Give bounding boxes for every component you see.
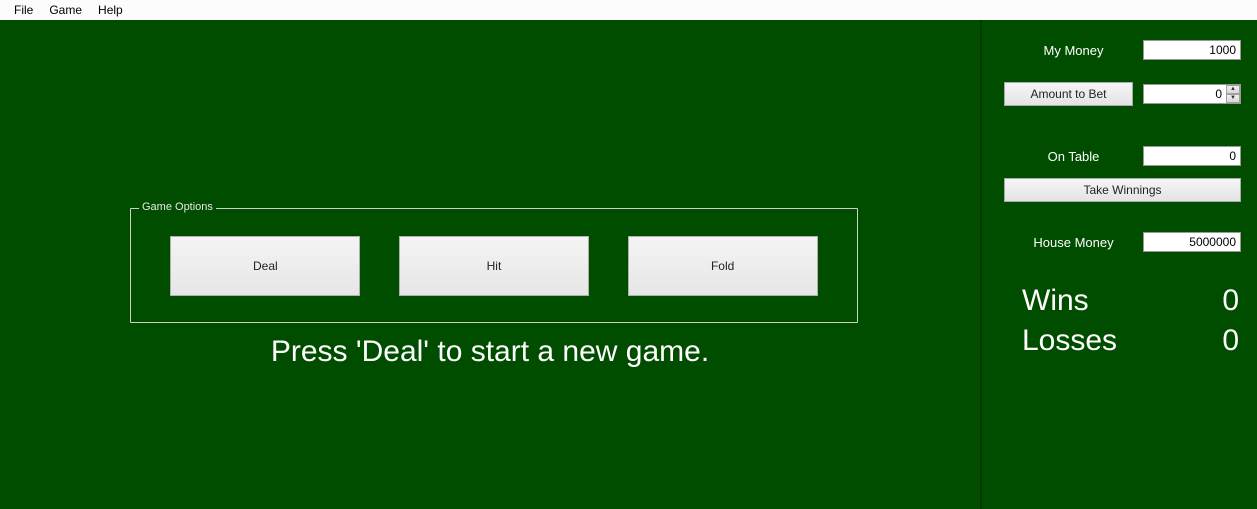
content-area: Game Options Deal Hit Fold Press 'Deal' … bbox=[0, 20, 1257, 509]
game-options-legend: Game Options bbox=[139, 201, 216, 213]
menu-help[interactable]: Help bbox=[90, 1, 131, 19]
house-money-label: House Money bbox=[1004, 235, 1143, 250]
wins-label: Wins bbox=[1022, 284, 1089, 318]
fold-button[interactable]: Fold bbox=[628, 236, 818, 296]
house-money-value: 5000000 bbox=[1143, 232, 1241, 252]
menubar: File Game Help bbox=[0, 0, 1257, 20]
amount-to-bet-spinner[interactable]: ▲ ▼ bbox=[1143, 84, 1241, 104]
wins-row: Wins 0 bbox=[1004, 284, 1241, 318]
take-winnings-button[interactable]: Take Winnings bbox=[1004, 178, 1241, 202]
on-table-label: On Table bbox=[1004, 149, 1143, 164]
game-options-buttons: Deal Hit Fold bbox=[131, 209, 857, 322]
deal-button[interactable]: Deal bbox=[170, 236, 360, 296]
my-money-label: My Money bbox=[1004, 43, 1143, 58]
losses-value: 0 bbox=[1189, 324, 1239, 358]
my-money-row: My Money 1000 bbox=[1004, 40, 1241, 60]
losses-row: Losses 0 bbox=[1004, 324, 1241, 358]
game-options-group: Game Options Deal Hit Fold bbox=[130, 208, 858, 323]
game-prompt: Press 'Deal' to start a new game. bbox=[0, 335, 980, 369]
sidebar: My Money 1000 Amount to Bet ▲ ▼ On Table… bbox=[982, 20, 1257, 509]
amount-to-bet-row: Amount to Bet ▲ ▼ bbox=[1004, 82, 1241, 106]
play-area: Game Options Deal Hit Fold Press 'Deal' … bbox=[0, 20, 982, 509]
score-block: Wins 0 Losses 0 bbox=[1004, 284, 1241, 364]
wins-value: 0 bbox=[1189, 284, 1239, 318]
losses-label: Losses bbox=[1022, 324, 1117, 358]
my-money-value: 1000 bbox=[1143, 40, 1241, 60]
spinner-up-icon[interactable]: ▲ bbox=[1226, 85, 1240, 94]
on-table-row: On Table 0 bbox=[1004, 146, 1241, 166]
amount-to-bet-button[interactable]: Amount to Bet bbox=[1004, 82, 1133, 106]
spinner-down-icon[interactable]: ▼ bbox=[1226, 94, 1240, 103]
menu-game[interactable]: Game bbox=[41, 1, 90, 19]
house-money-row: House Money 5000000 bbox=[1004, 232, 1241, 252]
hit-button[interactable]: Hit bbox=[399, 236, 589, 296]
on-table-value: 0 bbox=[1143, 146, 1241, 166]
menu-file[interactable]: File bbox=[6, 1, 41, 19]
